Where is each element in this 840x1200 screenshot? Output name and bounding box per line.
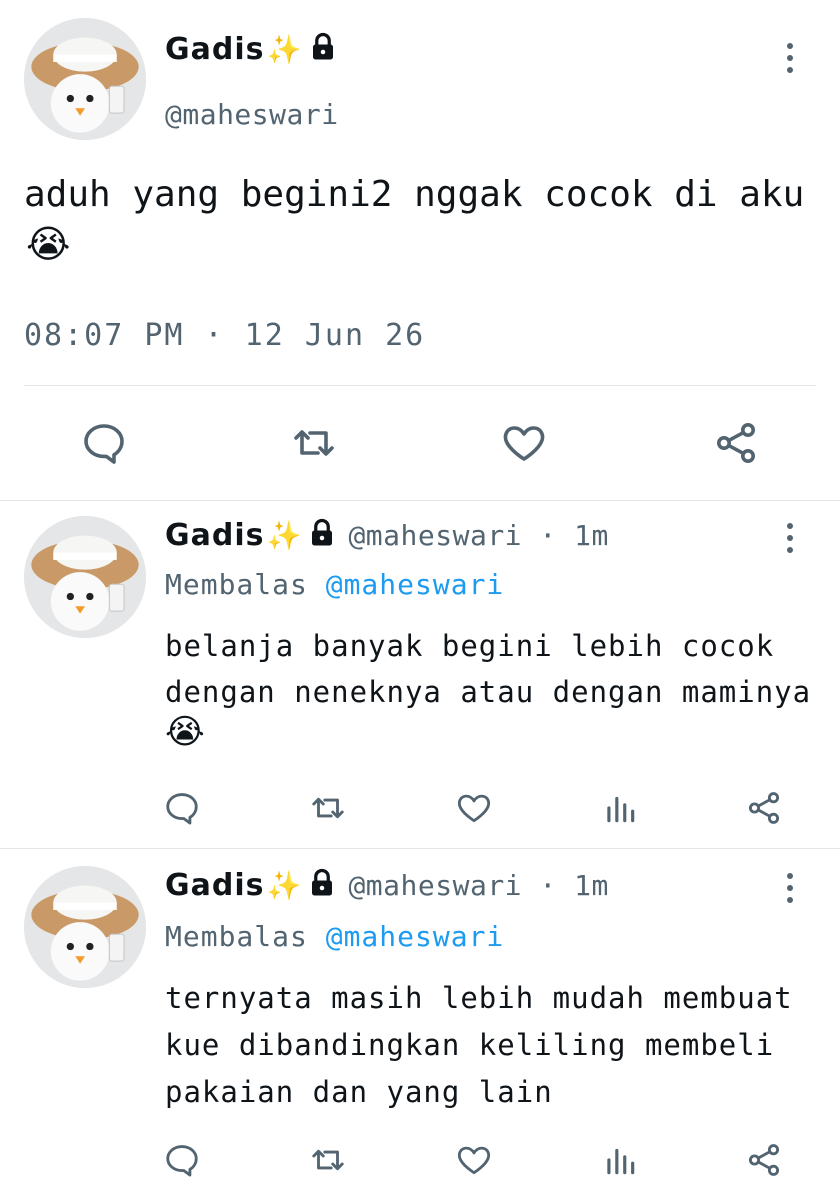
avatar[interactable]: [24, 516, 146, 638]
author-name[interactable]: Gadis✨: [165, 32, 338, 67]
retweet-icon[interactable]: [286, 415, 342, 471]
author-name[interactable]: Gadis: [165, 868, 264, 903]
share-icon[interactable]: [708, 415, 764, 471]
avatar[interactable]: [24, 18, 146, 140]
like-icon[interactable]: [452, 786, 496, 830]
retweet-icon[interactable]: [306, 1138, 350, 1182]
reply-header: Gadis✨ @maheswari · 1m: [165, 868, 609, 903]
reply-text-line: pakaian dan yang lain: [165, 1075, 553, 1109]
like-icon[interactable]: [452, 1138, 496, 1182]
reply-text-line: dengan neneknya atau dengan maminya: [165, 675, 812, 709]
reply-icon[interactable]: [160, 1138, 204, 1182]
reply-age[interactable]: 1m: [574, 519, 609, 552]
reply-icon[interactable]: [76, 415, 132, 471]
reply-header: Gadis✨ @maheswari · 1m: [165, 518, 609, 553]
more-icon[interactable]: [778, 868, 802, 908]
views-icon[interactable]: [598, 786, 642, 830]
sparkle-emoji: ✨: [266, 519, 302, 552]
author-handle[interactable]: @maheswari: [165, 98, 339, 131]
crying-emoji: 😭: [165, 712, 205, 752]
lock-icon: [313, 32, 334, 60]
share-icon[interactable]: [742, 786, 786, 830]
lock-icon: [312, 868, 333, 896]
divider: [0, 848, 840, 849]
like-icon[interactable]: [496, 415, 552, 471]
mention-link[interactable]: @maheswari: [326, 920, 505, 953]
avatar[interactable]: [24, 866, 146, 988]
tweet-text: aduh yang begini2 nggak cocok di aku: [24, 174, 805, 215]
reply-text-line: belanja banyak begini lebih cocok: [165, 629, 775, 663]
views-icon[interactable]: [598, 1138, 642, 1182]
tweet-timestamp[interactable]: 08:07 PM · 12 Jun 26: [24, 318, 425, 353]
sparkle-emoji: ✨: [266, 869, 302, 902]
share-icon[interactable]: [742, 1138, 786, 1182]
replying-to: Membalas @maheswari: [165, 920, 505, 953]
sparkle-emoji: ✨: [266, 33, 303, 66]
reply-age[interactable]: 1m: [574, 869, 609, 902]
crying-emoji: 😭: [26, 222, 71, 266]
mention-link[interactable]: @maheswari: [326, 568, 505, 601]
replying-to: Membalas @maheswari: [165, 568, 505, 601]
reply-icon[interactable]: [160, 786, 204, 830]
lock-icon: [312, 518, 333, 546]
separator: ·: [522, 519, 575, 552]
author-handle[interactable]: @maheswari: [348, 519, 522, 552]
divider: [24, 385, 816, 386]
divider: [0, 500, 840, 501]
retweet-icon[interactable]: [306, 786, 350, 830]
reply-text-line: ternyata masih lebih mudah membuat: [165, 981, 793, 1015]
author-name[interactable]: Gadis: [165, 518, 264, 553]
reply-text-line: kue dibandingkan keliling membeli: [165, 1028, 775, 1062]
author-handle[interactable]: @maheswari: [348, 869, 522, 902]
separator: ·: [522, 869, 575, 902]
more-icon[interactable]: [778, 518, 802, 558]
more-icon[interactable]: [778, 38, 802, 78]
